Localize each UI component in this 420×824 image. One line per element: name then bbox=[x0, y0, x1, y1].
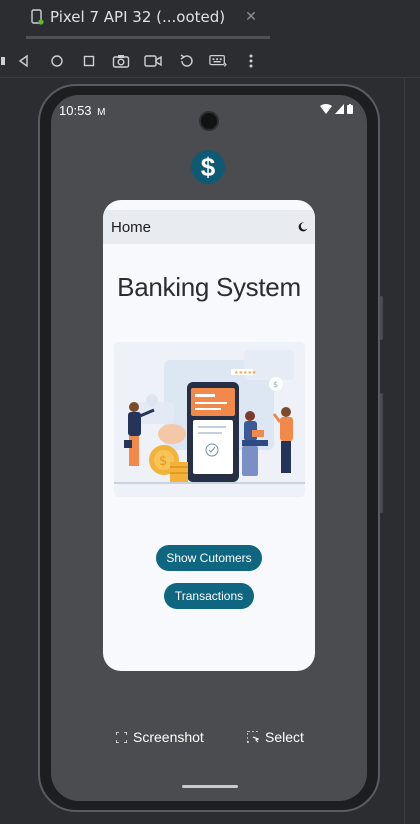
screenshot-label: Screenshot bbox=[133, 729, 204, 745]
signal-icon bbox=[335, 104, 344, 114]
clock-text: 10:53 bbox=[59, 103, 92, 118]
video-icon[interactable] bbox=[144, 52, 162, 70]
overview-icon[interactable] bbox=[80, 52, 98, 70]
device-icon bbox=[31, 9, 44, 25]
tab-title: Pixel 7 API 32 (...ooted) bbox=[50, 8, 226, 26]
tab-strip: Pixel 7 API 32 (...ooted) ✕ bbox=[0, 0, 420, 31]
app-logo: $ bbox=[191, 150, 225, 184]
select-button[interactable]: Select bbox=[247, 729, 304, 745]
svg-text:★★★★★: ★★★★★ bbox=[234, 370, 257, 376]
status-icons bbox=[320, 104, 353, 114]
device-screen[interactable]: 10:53 M $ Home Banking System ★★★★★ $ $ … bbox=[51, 95, 367, 801]
wifi-icon bbox=[320, 104, 332, 114]
close-icon[interactable]: ✕ bbox=[245, 9, 257, 25]
more-icon[interactable] bbox=[242, 52, 260, 70]
tab-emulator[interactable]: Pixel 7 API 32 (...ooted) ✕ bbox=[30, 3, 257, 31]
volume-button[interactable] bbox=[380, 296, 383, 340]
power-icon[interactable] bbox=[0, 52, 12, 70]
select-icon bbox=[247, 731, 259, 743]
rotate-icon[interactable] bbox=[178, 52, 196, 70]
front-camera bbox=[199, 111, 219, 131]
show-customers-button[interactable]: Show Cutomers bbox=[156, 545, 262, 571]
app-bar-title: Home bbox=[111, 219, 152, 236]
battery-icon bbox=[347, 104, 353, 114]
transactions-button[interactable]: Transactions bbox=[164, 583, 254, 609]
dollar-icon: $ bbox=[200, 151, 216, 182]
screenshot-button[interactable]: Screenshot bbox=[116, 729, 204, 745]
screenshot-icon bbox=[116, 731, 127, 743]
home-icon[interactable] bbox=[48, 52, 66, 70]
moon-icon[interactable] bbox=[298, 222, 308, 232]
status-time: 10:53 M bbox=[59, 103, 106, 118]
panel-divider bbox=[404, 78, 405, 824]
power-button[interactable] bbox=[380, 393, 383, 513]
gesture-nav-bar[interactable] bbox=[182, 785, 238, 788]
gmail-icon: M bbox=[97, 107, 106, 118]
tab-active-indicator bbox=[26, 36, 270, 39]
back-icon[interactable] bbox=[15, 52, 33, 70]
app-bar: Home bbox=[103, 210, 315, 244]
app-window: Home Banking System ★★★★★ $ $ Show Cutom… bbox=[103, 200, 315, 671]
select-label: Select bbox=[265, 729, 304, 745]
svg-text:$: $ bbox=[273, 380, 278, 389]
camera-icon[interactable] bbox=[112, 52, 130, 70]
svg-text:$: $ bbox=[159, 454, 167, 469]
banking-illustration: ★★★★★ $ $ bbox=[114, 342, 305, 497]
device-frame: 10:53 M $ Home Banking System ★★★★★ $ $ … bbox=[38, 84, 380, 812]
page-title: Banking System bbox=[117, 272, 301, 302]
keyboard-icon[interactable] bbox=[209, 52, 227, 70]
